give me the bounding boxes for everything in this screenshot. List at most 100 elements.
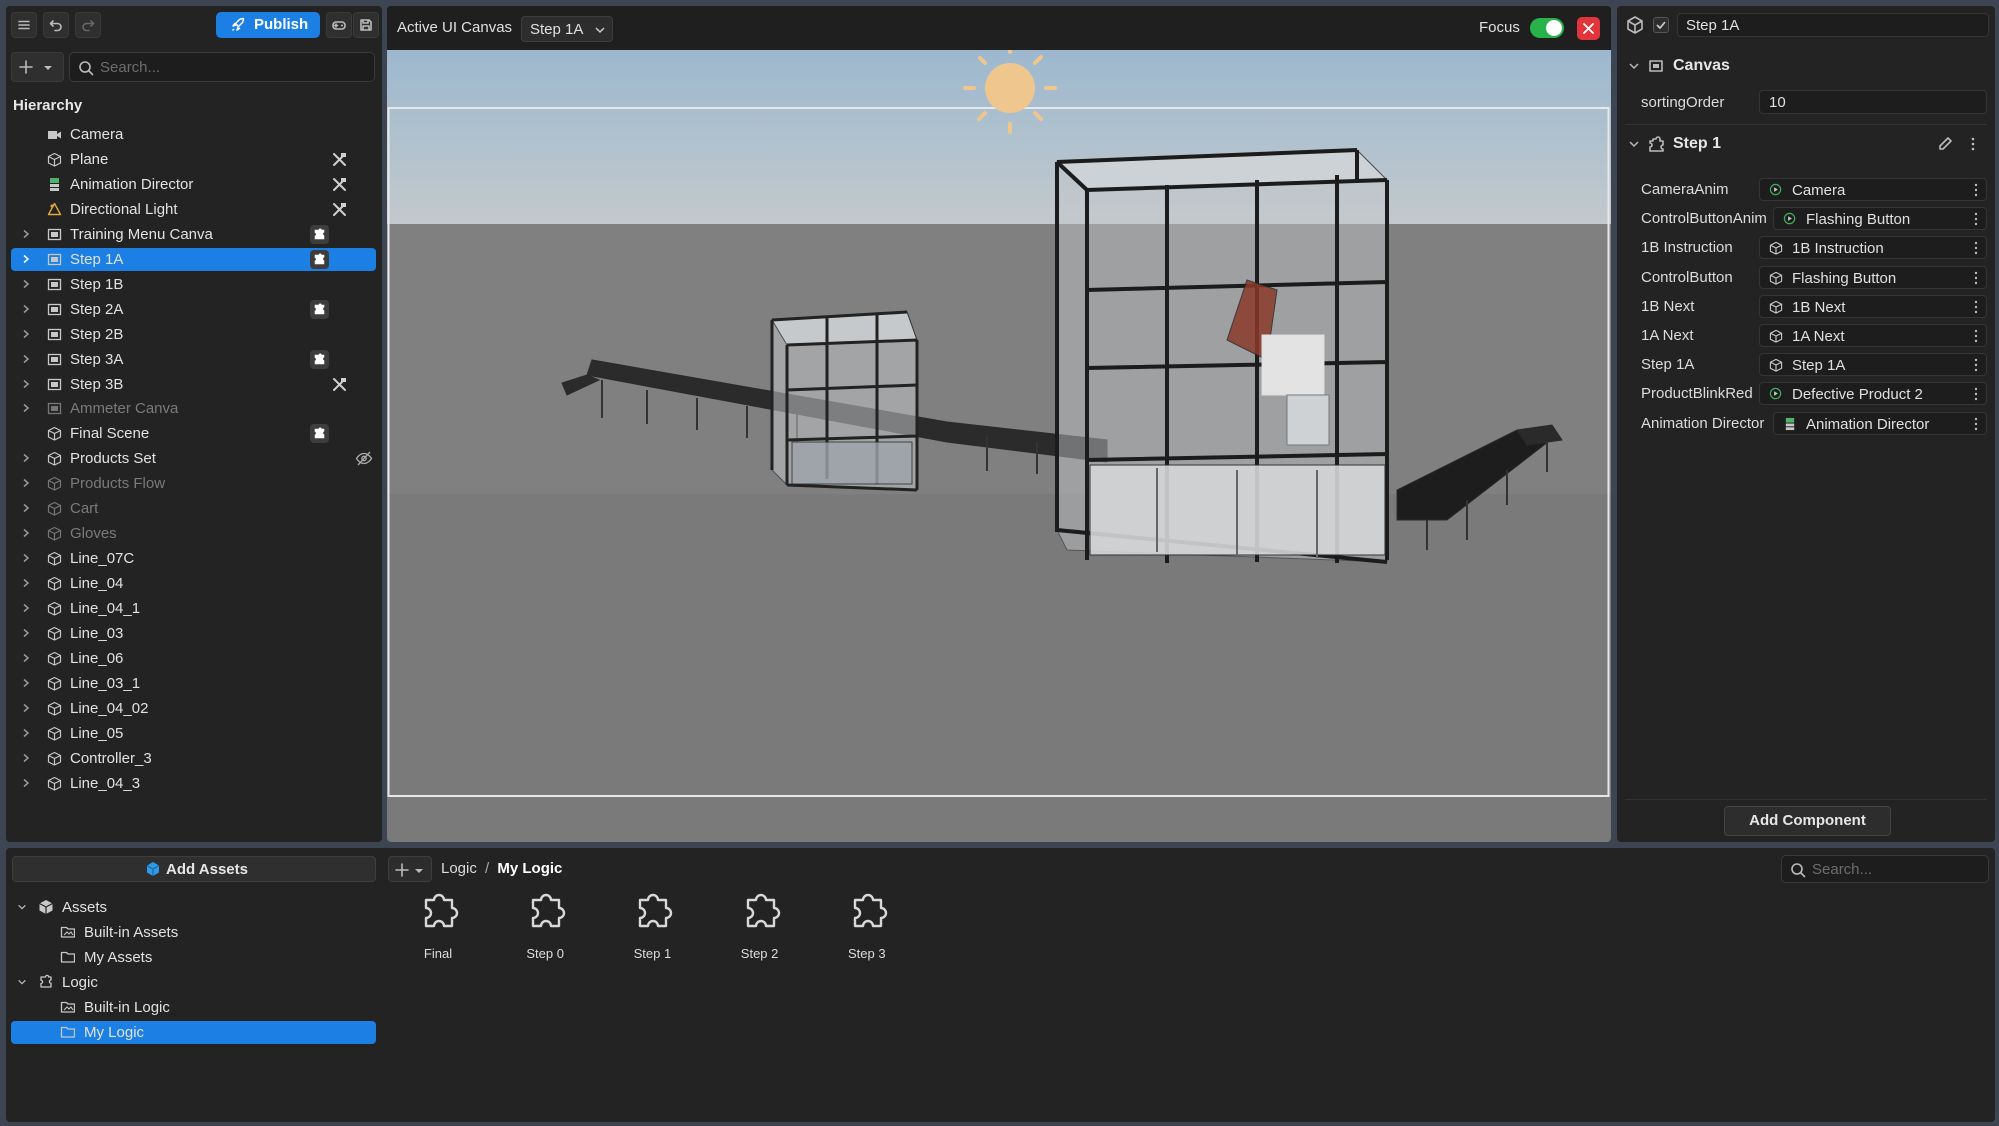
hierarchy-item[interactable]: Line_07C: [11, 547, 376, 570]
lock-x-icon[interactable]: [332, 152, 347, 167]
hierarchy-item[interactable]: Step 1B: [11, 273, 376, 296]
assets-search-input[interactable]: [1812, 856, 1982, 882]
chevron-right-icon[interactable]: [21, 354, 31, 364]
object-reference-field[interactable]: 1B Next: [1759, 294, 1987, 318]
edit-pencil-icon[interactable]: [1937, 136, 1953, 152]
active-checkbox[interactable]: [1653, 17, 1669, 33]
lock-x-icon[interactable]: [332, 202, 347, 217]
hierarchy-item[interactable]: Camera: [11, 123, 376, 146]
focus-toggle[interactable]: [1530, 18, 1564, 38]
object-reference-field[interactable]: Flashing Button: [1773, 207, 1987, 231]
hierarchy-item[interactable]: Products Flow: [11, 472, 376, 495]
hierarchy-item[interactable]: Line_03: [11, 622, 376, 645]
logic-asset-tile[interactable]: Step 1: [612, 888, 692, 968]
logic-badge[interactable]: [310, 349, 329, 369]
chevron-right-icon[interactable]: [21, 553, 31, 563]
hierarchy-item[interactable]: Line_04: [11, 572, 376, 595]
logic-asset-tile[interactable]: Step 0: [505, 888, 585, 968]
chevron-down-icon[interactable]: [17, 902, 27, 912]
object-reference-field[interactable]: Defective Product 2: [1759, 382, 1987, 406]
more-vertical-icon[interactable]: [1970, 136, 1976, 152]
more-vertical-icon[interactable]: [1974, 271, 1978, 285]
more-vertical-icon[interactable]: [1974, 300, 1978, 314]
publish-button[interactable]: Publish: [216, 12, 320, 38]
canvas-dropdown[interactable]: Step 1A: [521, 16, 613, 42]
hierarchy-item[interactable]: Line_04_1: [11, 597, 376, 620]
chevron-right-icon[interactable]: [21, 403, 31, 413]
more-vertical-icon[interactable]: [1974, 417, 1978, 431]
asset-tree-item[interactable]: Built-in Logic: [11, 996, 376, 1019]
chevron-right-icon[interactable]: [21, 703, 31, 713]
object-reference-field[interactable]: Animation Director: [1773, 411, 1987, 435]
hierarchy-item[interactable]: Training Menu Canva: [11, 223, 376, 246]
object-reference-field[interactable]: Camera: [1759, 178, 1987, 201]
sorting-order-field[interactable]: 10: [1759, 90, 1987, 114]
chevron-right-icon[interactable]: [21, 778, 31, 788]
hierarchy-item[interactable]: Controller_3: [11, 747, 376, 770]
save-button[interactable]: [353, 12, 379, 38]
hierarchy-item[interactable]: Line_05: [11, 722, 376, 745]
more-vertical-icon[interactable]: [1974, 241, 1978, 255]
hierarchy-search-input[interactable]: [100, 53, 368, 81]
chevron-down-icon[interactable]: [17, 977, 27, 987]
lock-x-icon[interactable]: [332, 177, 347, 192]
asset-tree-item[interactable]: My Assets: [11, 946, 376, 969]
add-object-button[interactable]: [11, 52, 64, 82]
step-section-header[interactable]: Step 1: [1617, 130, 1995, 156]
object-reference-field[interactable]: Flashing Button: [1759, 265, 1987, 289]
chevron-right-icon[interactable]: [21, 753, 31, 763]
asset-tree-item[interactable]: Built-in Assets: [11, 921, 376, 944]
more-vertical-icon[interactable]: [1974, 329, 1978, 343]
hierarchy-item[interactable]: Final Scene: [11, 422, 376, 445]
canvas-section-header[interactable]: Canvas: [1617, 52, 1995, 78]
chevron-right-icon[interactable]: [21, 453, 31, 463]
add-component-button[interactable]: Add Component: [1724, 806, 1891, 836]
hierarchy-item[interactable]: Cart: [11, 497, 376, 520]
more-vertical-icon[interactable]: [1974, 183, 1978, 197]
asset-tree-item[interactable]: Logic: [11, 971, 376, 994]
hierarchy-item[interactable]: Line_06: [11, 647, 376, 670]
eye-off-icon[interactable]: [355, 451, 373, 466]
chevron-right-icon[interactable]: [21, 304, 31, 314]
chevron-right-icon[interactable]: [21, 678, 31, 688]
hierarchy-search[interactable]: [69, 52, 375, 82]
more-vertical-icon[interactable]: [1974, 358, 1978, 372]
undo-button[interactable]: [43, 12, 69, 38]
logic-badge[interactable]: [310, 249, 329, 269]
hierarchy-item[interactable]: Step 1A: [11, 247, 376, 271]
more-vertical-icon[interactable]: [1974, 212, 1978, 226]
logic-asset-tile[interactable]: Step 2: [720, 888, 800, 968]
chevron-right-icon[interactable]: [21, 603, 31, 613]
hierarchy-item[interactable]: Plane: [11, 148, 376, 171]
chevron-right-icon[interactable]: [21, 254, 31, 264]
hierarchy-item[interactable]: Products Set: [11, 447, 376, 470]
hierarchy-item[interactable]: Ammeter Canva: [11, 397, 376, 420]
play-settings-button[interactable]: [326, 12, 352, 38]
hierarchy-item[interactable]: Gloves: [11, 522, 376, 545]
logic-asset-tile[interactable]: Final: [398, 888, 478, 968]
add-logic-button[interactable]: [388, 856, 432, 882]
scene-view[interactable]: [387, 50, 1611, 842]
logic-asset-tile[interactable]: Step 3: [827, 888, 907, 968]
close-viewport-button[interactable]: [1577, 17, 1600, 40]
object-reference-field[interactable]: 1B Instruction: [1759, 236, 1987, 260]
asset-tree-item[interactable]: My Logic: [11, 1020, 376, 1044]
more-vertical-icon[interactable]: [1974, 387, 1978, 401]
chevron-right-icon[interactable]: [21, 578, 31, 588]
chevron-right-icon[interactable]: [21, 528, 31, 538]
chevron-right-icon[interactable]: [21, 628, 31, 638]
chevron-right-icon[interactable]: [21, 229, 31, 239]
assets-search[interactable]: [1781, 855, 1989, 883]
object-name-field[interactable]: Step 1A: [1677, 13, 1989, 37]
breadcrumb-root[interactable]: Logic: [441, 860, 477, 877]
chevron-right-icon[interactable]: [21, 379, 31, 389]
menu-button[interactable]: [11, 12, 37, 38]
hierarchy-item[interactable]: Line_03_1: [11, 672, 376, 695]
logic-badge[interactable]: [310, 424, 329, 444]
hierarchy-item[interactable]: Step 2A: [11, 298, 376, 321]
logic-badge[interactable]: [310, 224, 329, 244]
chevron-right-icon[interactable]: [21, 279, 31, 289]
chevron-right-icon[interactable]: [21, 478, 31, 488]
hierarchy-item[interactable]: Step 2B: [11, 323, 376, 346]
hierarchy-item[interactable]: Animation Director: [11, 173, 376, 196]
